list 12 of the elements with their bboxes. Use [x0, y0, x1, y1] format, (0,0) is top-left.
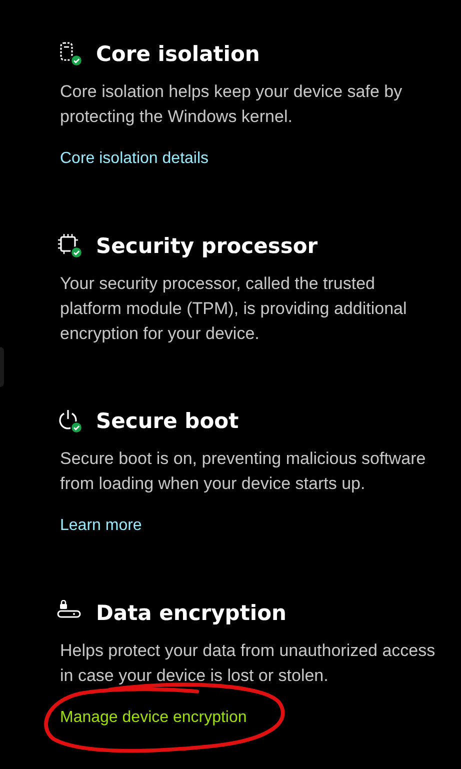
section-title: Security processor — [96, 234, 318, 258]
section-description: Core isolation helps keep your device safe by protecting the Windows kernel. — [60, 81, 404, 128]
link[interactable]: Core isolation details — [60, 150, 209, 167]
section-title: Data encryption — [96, 601, 286, 625]
section-title: Secure boot — [96, 409, 239, 433]
section-description: Secure boot is on, preventing malicious software from loading when your device starts up. — [60, 448, 427, 495]
section-description: Your security processor, called the trusted platform module (TPM), is providing additional encryption for your device. — [60, 273, 408, 345]
power-check-icon — [57, 408, 83, 434]
link[interactable]: Learn more — [60, 517, 142, 534]
section-title: Core isolation — [96, 42, 260, 66]
link[interactable]: Manage device encryption — [60, 709, 247, 726]
section-description: Helps protect your data from unauthorized access in case your device is lost or stolen. — [60, 640, 436, 687]
